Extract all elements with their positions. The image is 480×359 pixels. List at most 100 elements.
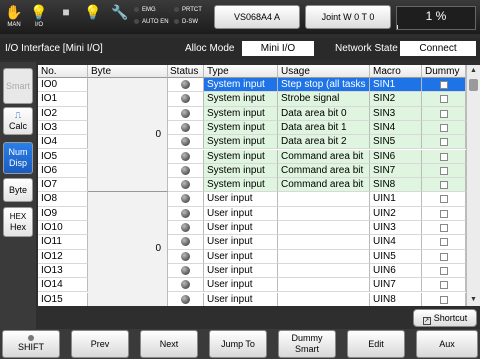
dummy-checkbox[interactable] — [439, 266, 448, 275]
cell-macro[interactable]: SIN5 — [370, 135, 422, 150]
header-usage[interactable]: Usage — [278, 65, 370, 78]
header-byte[interactable]: Byte — [88, 65, 168, 78]
dummy-smart-button[interactable]: Dummy Smart — [278, 330, 336, 358]
cell-no[interactable]: IO13 — [38, 263, 88, 279]
cell-status[interactable] — [168, 192, 204, 207]
cell-no[interactable]: IO12 — [38, 249, 88, 264]
cell-no[interactable]: IO6 — [38, 163, 88, 179]
dummy-checkbox[interactable] — [439, 295, 448, 304]
cell-dummy[interactable] — [422, 221, 466, 236]
cell-usage[interactable]: Data area bit 0 — [278, 106, 370, 121]
cell-status[interactable] — [168, 178, 204, 193]
cell-dummy[interactable] — [422, 78, 466, 93]
cell-type[interactable]: User input — [204, 278, 278, 293]
scroll-thumb[interactable] — [469, 79, 478, 91]
scroll-up-icon[interactable]: ▲ — [467, 65, 480, 77]
byte-group-0[interactable]: 0 — [88, 78, 168, 193]
cell-no[interactable]: IO5 — [38, 149, 88, 164]
dummy-checkbox[interactable] — [439, 152, 448, 161]
cell-no[interactable]: IO2 — [38, 106, 88, 121]
cell-no[interactable]: IO0 — [38, 78, 88, 93]
robot-model-button[interactable]: VS068A4 A — [214, 5, 300, 29]
cell-usage[interactable] — [278, 263, 370, 279]
wrench-icon[interactable]: 🔧 — [110, 3, 130, 31]
cell-macro[interactable]: UIN4 — [370, 235, 422, 250]
header-no[interactable]: No. — [38, 65, 88, 78]
cell-status[interactable] — [168, 92, 204, 107]
cell-type[interactable]: User input — [204, 221, 278, 236]
prev-button[interactable]: Prev — [71, 330, 129, 358]
hex-button[interactable]: HEX Hex — [3, 207, 33, 237]
dummy-checkbox[interactable] — [439, 252, 448, 261]
cell-usage[interactable] — [278, 278, 370, 293]
header-macro[interactable]: Macro — [370, 65, 422, 78]
cell-usage[interactable]: Command area bit — [278, 163, 370, 179]
cell-status[interactable] — [168, 135, 204, 150]
cell-macro[interactable]: SIN4 — [370, 120, 422, 136]
table-scrollbar[interactable]: ▲ ▼ — [466, 65, 480, 306]
header-type[interactable]: Type — [204, 65, 278, 78]
jump-to-button[interactable]: Jump To — [209, 330, 267, 358]
cell-usage[interactable] — [278, 192, 370, 207]
cell-no[interactable]: IO14 — [38, 278, 88, 293]
cell-macro[interactable]: SIN6 — [370, 149, 422, 164]
cell-no[interactable]: IO1 — [38, 92, 88, 107]
cell-usage[interactable] — [278, 292, 370, 306]
cell-status[interactable] — [168, 163, 204, 179]
io-icon[interactable]: 💡 I/O — [29, 3, 49, 31]
dummy-checkbox[interactable] — [439, 166, 448, 175]
cell-macro[interactable]: UIN7 — [370, 278, 422, 293]
dummy-checkbox[interactable] — [439, 95, 448, 104]
byte-group-1[interactable]: 0 — [88, 192, 168, 306]
cell-no[interactable]: IO9 — [38, 206, 88, 221]
cell-usage[interactable] — [278, 206, 370, 221]
cell-dummy[interactable] — [422, 292, 466, 306]
cell-no[interactable]: IO4 — [38, 135, 88, 150]
cell-no[interactable]: IO7 — [38, 178, 88, 193]
joint-mode-button[interactable]: Joint W 0 T 0 — [305, 5, 391, 29]
cell-usage[interactable]: Strobe signal — [278, 92, 370, 107]
scroll-down-icon[interactable]: ▼ — [467, 294, 480, 306]
cell-status[interactable] — [168, 78, 204, 93]
next-button[interactable]: Next — [140, 330, 198, 358]
cell-status[interactable] — [168, 149, 204, 164]
cell-type[interactable]: User input — [204, 192, 278, 207]
lamp-icon[interactable]: 💡 — [83, 3, 103, 31]
cell-dummy[interactable] — [422, 92, 466, 107]
cell-type[interactable]: System input — [204, 106, 278, 121]
cell-dummy[interactable] — [422, 120, 466, 136]
cell-dummy[interactable] — [422, 249, 466, 264]
cell-macro[interactable]: UIN3 — [370, 221, 422, 236]
header-status[interactable]: Status — [168, 65, 204, 78]
cell-dummy[interactable] — [422, 278, 466, 293]
speed-override-indicator[interactable]: 1 % — [396, 6, 476, 30]
cell-usage[interactable]: Command area bit — [278, 149, 370, 164]
cell-type[interactable]: System input — [204, 149, 278, 164]
cell-type[interactable]: User input — [204, 235, 278, 250]
cell-type[interactable]: System input — [204, 120, 278, 136]
dummy-checkbox[interactable] — [439, 238, 448, 247]
aux-button[interactable]: Aux — [416, 330, 478, 358]
cell-no[interactable]: IO15 — [38, 292, 88, 306]
cell-no[interactable]: IO3 — [38, 120, 88, 136]
cell-dummy[interactable] — [422, 106, 466, 121]
cell-macro[interactable]: SIN2 — [370, 92, 422, 107]
cell-macro[interactable]: SIN3 — [370, 106, 422, 121]
cell-usage[interactable]: Step stop (all tasks — [278, 78, 370, 93]
cell-no[interactable]: IO10 — [38, 221, 88, 236]
dummy-checkbox[interactable] — [439, 195, 448, 204]
cell-type[interactable]: User input — [204, 206, 278, 221]
cell-type[interactable]: User input — [204, 249, 278, 264]
cell-no[interactable]: IO8 — [38, 192, 88, 207]
cell-status[interactable] — [168, 278, 204, 293]
cell-status[interactable] — [168, 263, 204, 279]
dummy-checkbox[interactable] — [439, 109, 448, 118]
header-dummy[interactable]: Dummy — [422, 65, 466, 78]
cell-type[interactable]: User input — [204, 263, 278, 279]
cell-usage[interactable]: Command area bit — [278, 178, 370, 193]
cell-status[interactable] — [168, 206, 204, 221]
num-disp-button[interactable]: Num Disp — [3, 142, 33, 174]
cell-no[interactable]: IO11 — [38, 235, 88, 250]
cell-macro[interactable]: UIN5 — [370, 249, 422, 264]
stop-square-icon[interactable]: ■ — [56, 3, 76, 31]
